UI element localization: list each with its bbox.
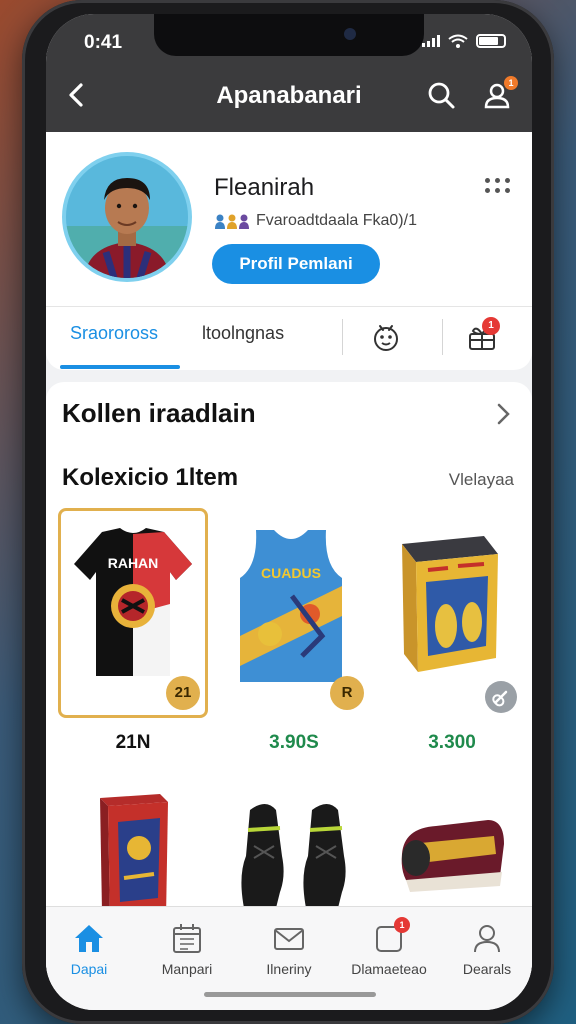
- jersey-image: RAHAN: [74, 528, 192, 676]
- tab-divider: [342, 319, 343, 355]
- item-price: 3.90S: [269, 732, 319, 753]
- item-price: 3.300: [428, 732, 476, 753]
- tab-bar: Sraoroross ltoolngnas 1: [46, 306, 532, 370]
- nav-label: Dapai: [70, 961, 108, 977]
- tab-badge: 1: [482, 317, 500, 335]
- section-title: Kollen iraadlain: [62, 398, 256, 428]
- jersey-text: RAHAN: [108, 555, 159, 571]
- profile-subtitle: Fvaroadtdaala Fka0)/1: [214, 212, 417, 230]
- nav-item-profile[interactable]: Dearals: [442, 921, 532, 977]
- profile-name: Fleanirah: [214, 174, 315, 201]
- users-icon: [215, 214, 249, 229]
- profile-button[interactable]: Profil Pemlani: [212, 244, 380, 284]
- tab-divider: [442, 319, 443, 355]
- item-card[interactable]: [382, 780, 532, 910]
- tab-second[interactable]: ltoolngnas: [202, 323, 284, 344]
- nav-label: Manpari: [161, 961, 213, 977]
- home-indicator: [204, 992, 376, 997]
- wifi-icon: [448, 34, 468, 48]
- nav-label: Ilneriny: [266, 961, 312, 977]
- tab-active-indicator: [60, 365, 180, 369]
- boots-image: [241, 804, 346, 908]
- collection-subtitle: Kolexicio 1ltem: [62, 464, 239, 491]
- signal-icon: [422, 35, 440, 47]
- tab-first[interactable]: Sraoroross: [70, 323, 158, 344]
- item-card[interactable]: RAHAN 21: [58, 508, 208, 718]
- nav-item-calendar[interactable]: Manpari: [142, 921, 232, 977]
- home-icon: [75, 925, 103, 952]
- nav-item-notifications[interactable]: 1 Dlamaeteao: [344, 917, 434, 977]
- can-box-image: [100, 794, 168, 918]
- profile-icon: [474, 925, 500, 953]
- notification-badge: 1: [504, 76, 518, 90]
- nav-badge: 1: [394, 917, 410, 933]
- box-image: [402, 536, 498, 672]
- shoe-image: [401, 820, 504, 892]
- item-card[interactable]: [376, 508, 526, 718]
- item-badge: 21: [166, 676, 200, 710]
- tank-jersey-image: CUADUS: [240, 530, 342, 682]
- item-card[interactable]: CUADUS R: [214, 508, 364, 718]
- status-time: 0:41: [84, 32, 123, 53]
- nav-item-mail[interactable]: Ilneriny: [244, 921, 334, 977]
- app-title: Apanabanari: [216, 82, 362, 109]
- view-all-link[interactable]: Vlelayaa: [449, 470, 514, 490]
- more-icon[interactable]: [485, 178, 510, 193]
- camera-icon: [344, 28, 356, 40]
- battery-icon: [476, 34, 506, 48]
- link-icon[interactable]: [484, 680, 518, 714]
- profile-card: Fleanirah Fvaroadtdaala Fka0)/1 Profil P…: [46, 132, 532, 370]
- calendar-icon: [173, 924, 201, 953]
- item-price: 21N: [115, 732, 151, 753]
- status-icons: [422, 34, 506, 48]
- notch: [154, 14, 424, 56]
- mail-icon: [274, 928, 304, 950]
- item-badge: R: [330, 676, 364, 710]
- avatar[interactable]: [62, 152, 192, 282]
- nav-label: Dearals: [462, 961, 512, 977]
- nav-label: Dlamaeteao: [351, 961, 427, 977]
- avatar-image: [66, 156, 188, 278]
- search-icon[interactable]: [426, 80, 456, 110]
- nav-item-home[interactable]: Dapai: [46, 921, 134, 977]
- top-bar: 0:41 Apanabanari 1: [46, 14, 532, 132]
- item-card[interactable]: [226, 782, 376, 912]
- chevron-right-icon[interactable]: [494, 402, 512, 426]
- profile-subtitle-text: Fvaroadtdaala Fka0)/1: [256, 212, 417, 229]
- tank-jersey-text: CUADUS: [261, 565, 321, 581]
- robot-icon[interactable]: [370, 321, 402, 353]
- app-screen: 0:41 Apanabanari 1 Fleanirah Fvaroadtdaa…: [46, 14, 532, 1010]
- item-card[interactable]: [58, 780, 208, 918]
